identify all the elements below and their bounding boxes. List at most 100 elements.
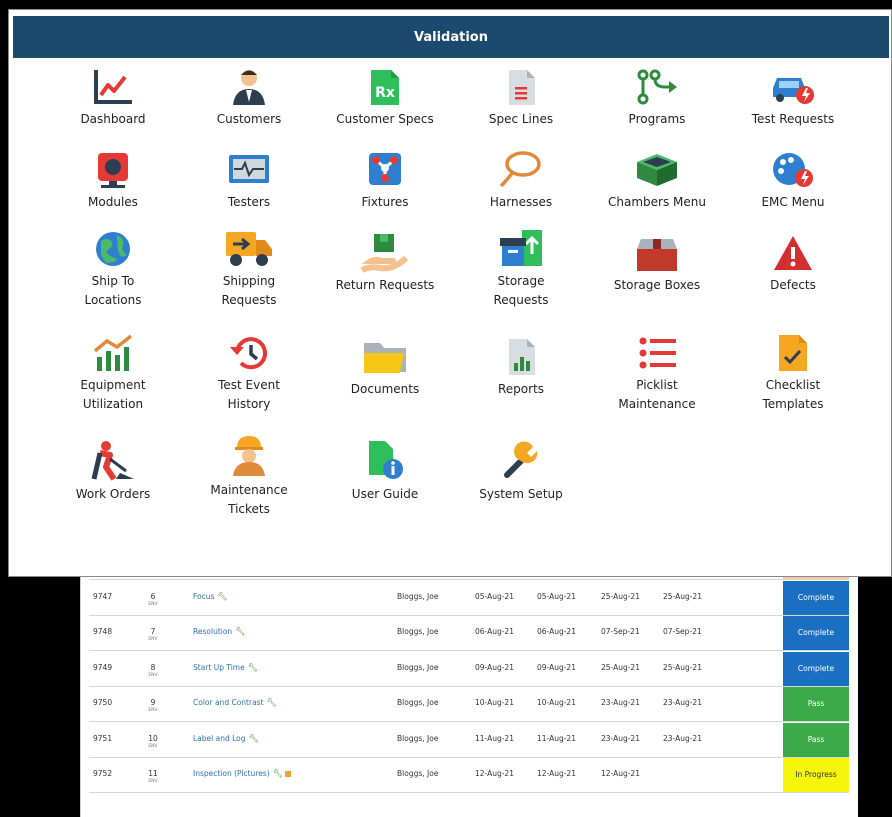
list-icon bbox=[635, 332, 679, 374]
status-badge: Pass bbox=[783, 687, 849, 721]
menu-tile-history[interactable]: Test Event History bbox=[181, 332, 317, 414]
menu-tile-label: Fixtures bbox=[361, 195, 409, 209]
test-name-link[interactable]: Focus 🔧︎ bbox=[193, 592, 228, 601]
status-badge: Complete bbox=[783, 580, 849, 615]
menu-tile-storage-requests[interactable]: Storage Requests bbox=[453, 228, 589, 310]
menu-tile-utilization-chart[interactable]: Equipment Utilization bbox=[45, 332, 181, 414]
fixtures-icon bbox=[363, 149, 407, 191]
menu-tile-label: System Setup bbox=[479, 487, 563, 501]
wrench-icon[interactable]: 🔧︎ bbox=[267, 698, 277, 707]
menu-tile-warning[interactable]: Defects bbox=[725, 232, 861, 295]
test-name: Start Up Time bbox=[193, 662, 245, 672]
menu-tile-fixtures[interactable]: Fixtures bbox=[317, 149, 453, 212]
actual-start-date: 12-Aug-21 bbox=[537, 769, 576, 778]
chambers-icon bbox=[633, 149, 681, 191]
menu-tile-storage-box[interactable]: Storage Boxes bbox=[589, 232, 725, 295]
storage-requests-icon bbox=[496, 228, 546, 270]
sequence-number: 10 ENV bbox=[145, 734, 161, 749]
test-name: Color and Contrast bbox=[193, 698, 264, 707]
actual-start-date: 09-Aug-21 bbox=[537, 662, 576, 672]
menu-tile-label: Defects bbox=[770, 278, 816, 292]
checklist-icon[interactable] bbox=[284, 771, 291, 777]
storage-box-icon bbox=[633, 232, 681, 274]
menu-tile-globe[interactable]: Ship To Locations bbox=[45, 228, 181, 310]
menu-tile-info-document[interactable]: User Guide bbox=[317, 437, 453, 504]
test-name: Label and Log bbox=[193, 733, 246, 743]
assignee: Bloggs, Joe bbox=[397, 769, 439, 778]
menu-tile-truck[interactable]: Shipping Requests bbox=[181, 228, 317, 310]
assignee: Bloggs, Joe bbox=[397, 662, 439, 672]
menu-tile-chambers[interactable]: Chambers Menu bbox=[589, 149, 725, 212]
sequence-number: 7 ENV bbox=[145, 627, 161, 642]
menu-tile-programs[interactable]: Programs bbox=[589, 66, 725, 129]
menu-tile-checklist[interactable]: Checklist Templates bbox=[725, 332, 861, 414]
planned-end-date: 23-Aug-21 bbox=[601, 733, 640, 743]
sequence-value: 9 bbox=[150, 698, 156, 707]
menu-tile-label: Harnesses bbox=[489, 195, 553, 209]
menu-tile-wrench[interactable]: System Setup bbox=[453, 437, 589, 504]
menu-tile-report[interactable]: Reports bbox=[453, 336, 589, 399]
work-orders-icon bbox=[88, 437, 138, 483]
planned-end-date: 23-Aug-21 bbox=[601, 698, 640, 707]
env-tag: ENV bbox=[148, 779, 158, 784]
menu-tile-hard-hat-worker[interactable]: Maintenance Tickets bbox=[181, 433, 317, 519]
wrench-icon[interactable]: 🔧︎ bbox=[235, 627, 245, 636]
menu-tile-label: User Guide bbox=[351, 487, 419, 501]
menu-tile-label: Equipment Utilization bbox=[80, 378, 146, 411]
env-tag: ENV bbox=[148, 637, 158, 642]
actual-end-date: 25-Aug-21 bbox=[663, 591, 702, 601]
wrench-icon[interactable]: 🔧︎ bbox=[249, 734, 259, 743]
event-id: 9752 bbox=[93, 769, 113, 778]
actual-end-date: 25-Aug-21 bbox=[663, 662, 702, 672]
menu-tile-folder[interactable]: Documents bbox=[317, 336, 453, 399]
validation-menu-panel: Validation Dashboard Customers Rx Customer … bbox=[8, 9, 892, 577]
event-id: 9749 bbox=[93, 662, 113, 672]
test-name-link[interactable]: Start Up Time 🔧︎ bbox=[193, 663, 258, 672]
wrench-icon[interactable]: 🔧︎ bbox=[273, 769, 283, 778]
menu-tile-label: Maintenance Tickets bbox=[210, 483, 288, 516]
menu-tile-label: Chambers Menu bbox=[608, 195, 706, 209]
customer-specs-icon: Rx bbox=[363, 66, 407, 108]
menu-tile-label: Ship To Locations bbox=[84, 274, 142, 307]
menu-tile-dashboard[interactable]: Dashboard bbox=[45, 66, 181, 129]
sequence-number: 6 ENV bbox=[145, 592, 161, 607]
test-name-link[interactable]: Color and Contrast 🔧︎ bbox=[193, 698, 277, 707]
actual-start-date: 05-Aug-21 bbox=[537, 591, 576, 601]
test-requests-icon bbox=[769, 66, 817, 108]
menu-tile-label: EMC Menu bbox=[761, 195, 825, 209]
env-tag: ENV bbox=[148, 601, 158, 607]
planned-start-date: 10-Aug-21 bbox=[475, 698, 514, 707]
test-name: Focus bbox=[193, 591, 215, 601]
test-name-link[interactable]: Inspection (Pictures) 🔧︎ bbox=[193, 769, 291, 778]
history-icon bbox=[227, 332, 271, 374]
menu-tile-list[interactable]: Picklist Maintenance bbox=[589, 332, 725, 414]
menu-tile-harnesses[interactable]: Harnesses bbox=[453, 149, 589, 212]
wrench-icon[interactable]: 🔧︎ bbox=[248, 663, 258, 672]
menu-tile-test-requests[interactable]: Test Requests bbox=[725, 66, 861, 129]
sequence-value: 10 bbox=[148, 733, 158, 743]
wrench-icon[interactable]: 🔧︎ bbox=[217, 592, 227, 601]
menu-tile-label: Reports bbox=[497, 382, 545, 396]
menu-tile-modules[interactable]: Modules bbox=[45, 149, 181, 212]
menu-tile-return-requests[interactable]: Return Requests bbox=[317, 232, 453, 295]
menu-tile-customer-specs[interactable]: Rx Customer Specs bbox=[317, 66, 453, 129]
emc-icon bbox=[769, 149, 817, 191]
info-document-icon bbox=[363, 437, 407, 483]
menu-tile-label: Test Requests bbox=[751, 112, 835, 126]
menu-tile-testers[interactable]: Testers bbox=[181, 149, 317, 212]
sequence-value: 8 bbox=[150, 662, 156, 672]
menu-tile-customers[interactable]: Customers bbox=[181, 66, 317, 129]
assignee: Bloggs, Joe bbox=[397, 698, 439, 707]
modules-icon bbox=[91, 149, 135, 191]
report-icon bbox=[499, 336, 543, 378]
status-badge: Complete bbox=[783, 651, 849, 686]
test-name-link[interactable]: Resolution 🔧︎ bbox=[193, 627, 245, 636]
actual-end-date: 07-Sep-21 bbox=[663, 627, 702, 636]
assignee: Bloggs, Joe bbox=[397, 627, 439, 636]
test-name-link[interactable]: Label and Log 🔧︎ bbox=[193, 734, 259, 743]
test-events-table: 97465ENVField of View🔧︎Bloggs, Joe04-Aug… bbox=[80, 545, 858, 817]
menu-tile-work-orders[interactable]: Work Orders bbox=[45, 437, 181, 504]
menu-tile-emc[interactable]: EMC Menu bbox=[725, 149, 861, 212]
menu-tile-spec-lines[interactable]: Spec Lines bbox=[453, 66, 589, 129]
truck-icon bbox=[224, 228, 274, 270]
